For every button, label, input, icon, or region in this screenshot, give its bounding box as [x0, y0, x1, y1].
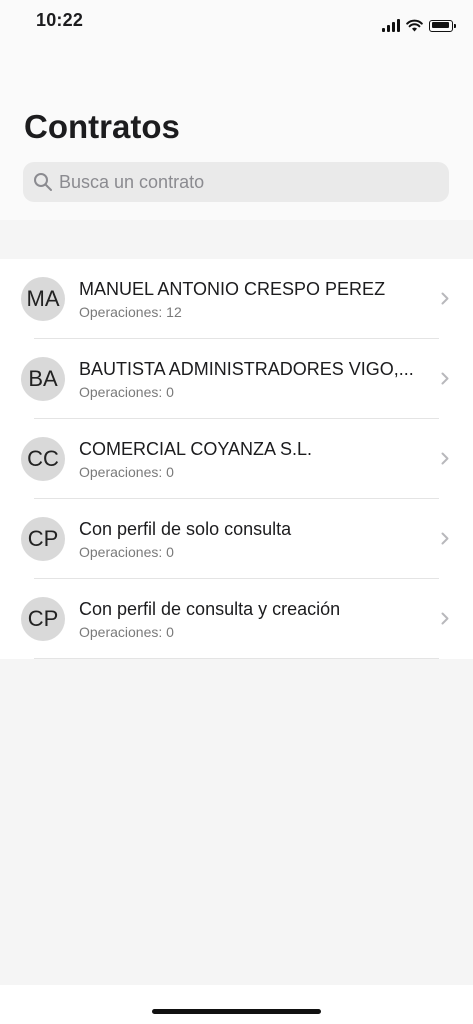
- contract-row[interactable]: CP Con perfil de solo consulta Operacion…: [0, 499, 473, 579]
- chevron-right-icon: [441, 372, 449, 385]
- contract-operations: Operaciones: 0: [79, 544, 174, 560]
- avatar: CC: [21, 437, 65, 481]
- chevron-right-icon: [441, 532, 449, 545]
- chevron-right-icon: [441, 612, 449, 625]
- page-title: Contratos: [24, 108, 180, 145]
- chevron-right-icon: [441, 452, 449, 465]
- contract-name: Con perfil de consulta y creación: [79, 599, 341, 619]
- search-input[interactable]: Busca un contrato: [23, 162, 449, 202]
- status-icons: [382, 19, 456, 32]
- contract-operations: Operaciones: 0: [79, 464, 174, 480]
- contract-operations: Operaciones: 0: [79, 384, 174, 400]
- avatar: CP: [21, 597, 65, 641]
- contract-list: MA MANUEL ANTONIO CRESPO PEREZ Operacion…: [0, 259, 473, 659]
- wifi-icon: [406, 19, 423, 32]
- status-time: 10:22: [36, 10, 84, 30]
- avatar: BA: [21, 357, 65, 401]
- home-indicator[interactable]: [152, 1009, 321, 1014]
- contract-row[interactable]: BA BAUTISTA ADMINISTRADORES VIGO,... Ope…: [0, 339, 473, 419]
- contract-operations: Operaciones: 12: [79, 304, 182, 320]
- status-bar: 10:22: [0, 0, 473, 48]
- avatar: MA: [21, 277, 65, 321]
- battery-icon: [429, 19, 456, 32]
- contract-name: BAUTISTA ADMINISTRADORES VIGO,...: [79, 359, 414, 379]
- header: Contratos Busca un contrato: [0, 48, 473, 220]
- contract-row[interactable]: CP Con perfil de consulta y creación Ope…: [0, 579, 473, 659]
- contract-operations: Operaciones: 0: [79, 624, 174, 640]
- cellular-signal-icon: [382, 19, 400, 32]
- search-icon: [34, 173, 52, 191]
- contract-name: Con perfil de solo consulta: [79, 519, 292, 539]
- divider: [34, 658, 439, 659]
- chevron-right-icon: [441, 292, 449, 305]
- avatar: CP: [21, 517, 65, 561]
- contract-row[interactable]: CC COMERCIAL COYANZA S.L. Operaciones: 0: [0, 419, 473, 499]
- contract-name: MANUEL ANTONIO CRESPO PEREZ: [79, 279, 386, 299]
- contract-name: COMERCIAL COYANZA S.L.: [79, 439, 313, 459]
- home-area: [0, 985, 473, 1024]
- search-placeholder: Busca un contrato: [59, 171, 205, 192]
- contract-row[interactable]: MA MANUEL ANTONIO CRESPO PEREZ Operacion…: [0, 259, 473, 339]
